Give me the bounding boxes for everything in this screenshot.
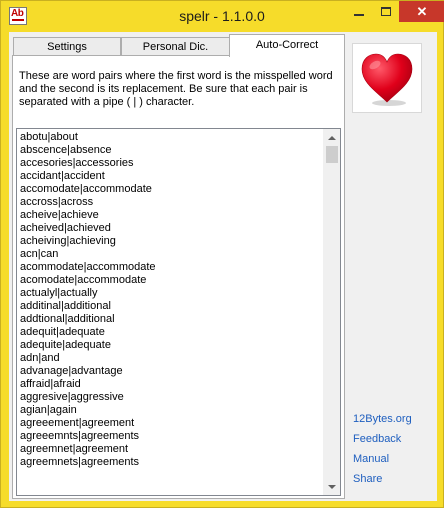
maximize-icon [380,7,391,16]
link-feedback[interactable]: Feedback [353,432,412,452]
tab-strip: Settings Personal Dic. Auto-Correct [12,34,345,57]
minimize-button[interactable] [345,1,372,22]
maximize-button[interactable] [372,1,399,22]
link-list: 12Bytes.org Feedback Manual Share [353,412,412,492]
word-pair-entry[interactable]: acn|can [20,248,322,261]
word-pair-entry[interactable]: affraid|afraid [20,378,322,391]
word-pair-entry[interactable]: abotu|about [20,131,322,144]
tab-auto-correct[interactable]: Auto-Correct [229,34,345,57]
word-pair-list[interactable]: abotu|about abscence|absence accesories|ac… [16,128,341,496]
tab-settings[interactable]: Settings [13,37,121,56]
heart-icon [361,53,413,106]
word-pair-entry[interactable]: acheive|achieve [20,209,322,222]
word-pair-entry[interactable]: agreemnets|agreements [20,456,322,469]
app-logo [352,43,422,113]
auto-correct-description: These are word pairs where the first wor… [19,70,333,108]
word-pair-entries[interactable]: abotu|about abscence|absence accesories|ac… [20,131,322,469]
word-pair-entry[interactable]: additinal|additional [20,300,322,313]
scroll-up-button[interactable] [324,129,340,146]
word-pair-entry[interactable]: aggresive|aggressive [20,391,322,404]
word-pair-entry[interactable]: advanage|advantage [20,365,322,378]
word-pair-entry[interactable]: accidant|accident [20,170,322,183]
word-pair-entry[interactable]: acheiving|achieving [20,235,322,248]
word-pair-entry[interactable]: agreeemnts|agreements [20,430,322,443]
word-pair-entry[interactable]: acomodate|accommodate [20,274,322,287]
word-pair-entry[interactable]: addtional|additional [20,313,322,326]
minimize-icon [353,13,364,16]
tab-personal-dic[interactable]: Personal Dic. [121,37,230,56]
link-share[interactable]: Share [353,472,412,492]
link-12bytes[interactable]: 12Bytes.org [353,412,412,432]
title-bar[interactable]: Ab spelr - 1.1.0.0 ✕ [1,1,444,31]
client-area: Settings Personal Dic. Auto-Correct Thes… [9,32,437,501]
auto-correct-panel: These are word pairs where the first wor… [12,55,345,499]
link-manual[interactable]: Manual [353,452,412,472]
word-pair-entry[interactable]: actualyl|actually [20,287,322,300]
scroll-thumb[interactable] [326,146,338,163]
word-pair-entry[interactable]: agian|again [20,404,322,417]
word-pair-entry[interactable]: adn|and [20,352,322,365]
vertical-scrollbar[interactable] [323,129,340,495]
close-button[interactable]: ✕ [399,1,444,22]
app-window: Ab spelr - 1.1.0.0 ✕ Settings Personal D… [0,0,444,508]
scroll-down-icon [328,484,336,489]
word-pair-entry[interactable]: accomodate|accommodate [20,183,322,196]
close-icon: ✕ [416,3,428,19]
word-pair-entry[interactable]: accross|across [20,196,322,209]
scroll-up-icon [328,135,336,140]
word-pair-entry[interactable]: agreemnet|agreement [20,443,322,456]
word-pair-entry[interactable]: acommodate|accommodate [20,261,322,274]
scroll-down-button[interactable] [324,478,340,495]
word-pair-entry[interactable]: abscence|absence [20,144,322,157]
word-pair-entry[interactable]: adequite|adequate [20,339,322,352]
word-pair-entry[interactable]: adequit|adequate [20,326,322,339]
word-pair-entry[interactable]: agreeement|agreement [20,417,322,430]
word-pair-entry[interactable]: accesories|accessories [20,157,322,170]
word-pair-entry[interactable]: acheived|achieved [20,222,322,235]
